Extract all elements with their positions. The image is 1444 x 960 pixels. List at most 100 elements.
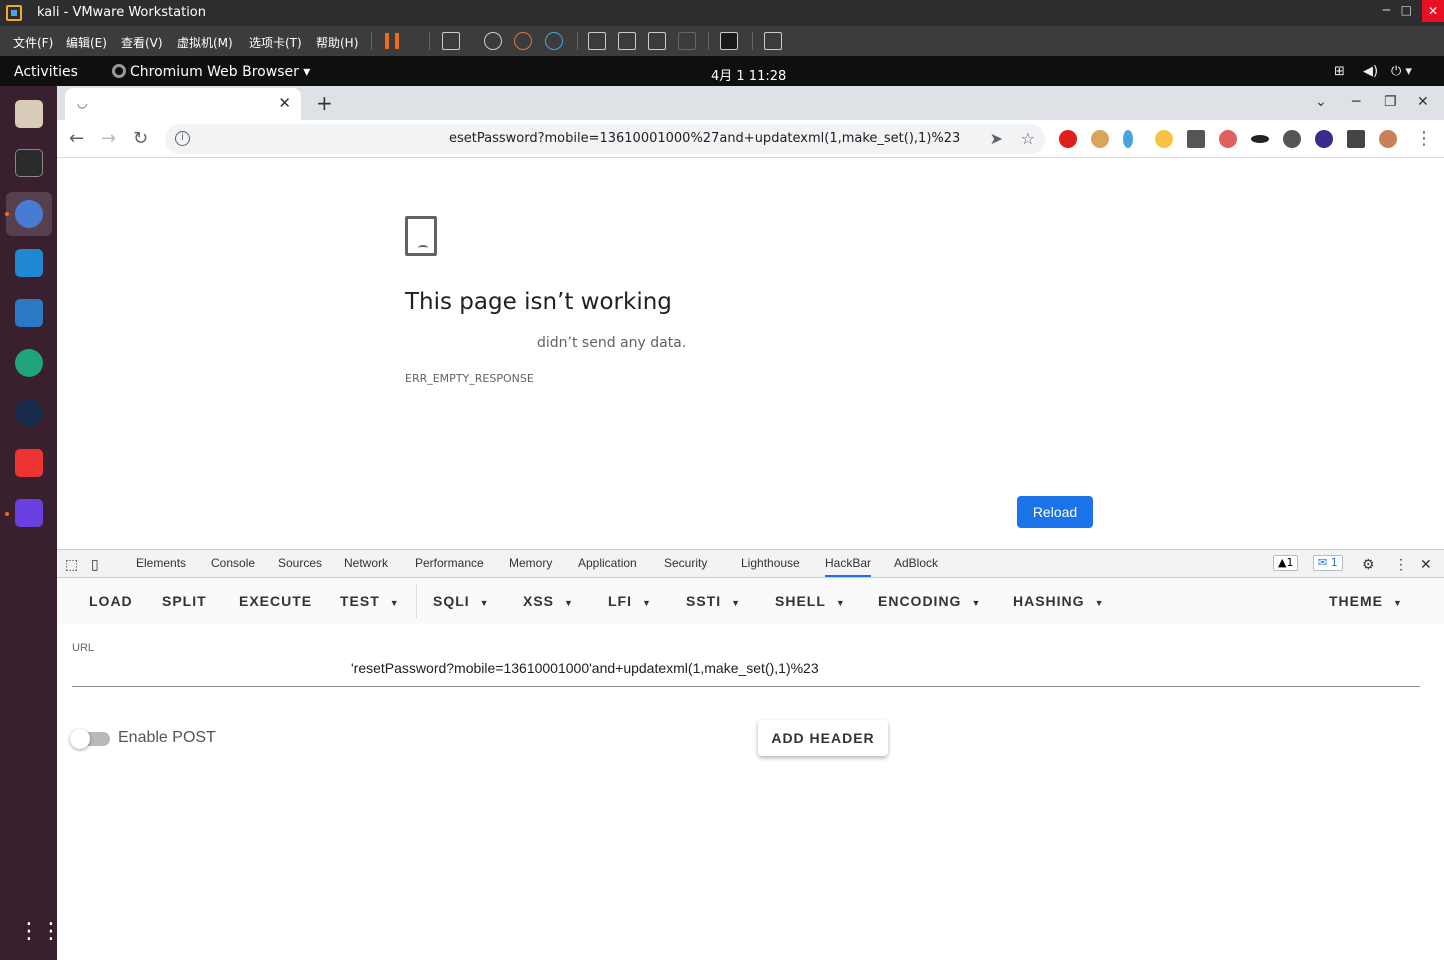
hackbar-shell[interactable]: SHELL ▼ (775, 593, 846, 609)
stretch-guest-icon[interactable] (764, 32, 782, 50)
chromium-dock-icon[interactable] (15, 200, 43, 228)
hackbar-split[interactable]: SPLIT (162, 593, 207, 609)
parallels-icon[interactable] (15, 449, 43, 477)
volume-icon[interactable]: ◀) (1363, 64, 1378, 79)
menu-kebab-icon[interactable]: ⋮ (1415, 128, 1433, 149)
messages-badge[interactable]: ✉ 1 (1313, 555, 1343, 571)
tab-console[interactable]: Console (211, 556, 255, 570)
tab-hackbar[interactable]: HackBar (825, 556, 872, 577)
reload-button[interactable]: Reload (1017, 496, 1093, 528)
tab-lighthouse[interactable]: Lighthouse (741, 556, 800, 570)
fullscreen-icon[interactable] (648, 32, 666, 50)
revert-snapshot-icon[interactable] (514, 32, 532, 50)
snapshot-icon[interactable] (484, 32, 502, 50)
tab-security[interactable]: Security (664, 556, 707, 570)
network-icon[interactable]: ⊞ (1334, 64, 1345, 79)
device-toggle-icon[interactable]: ▯ (91, 556, 99, 573)
terminal-icon[interactable] (15, 149, 43, 177)
minimize-browser-icon[interactable]: ─ (1352, 94, 1360, 110)
thumbnail-view-icon[interactable] (618, 32, 636, 50)
hackbar-ssti[interactable]: SSTI ▼ (686, 593, 741, 609)
menu-help[interactable]: 帮助(H) (316, 34, 358, 51)
tab-network[interactable]: Network (344, 556, 388, 570)
enable-post-toggle[interactable] (70, 729, 110, 749)
hackbar-encoding[interactable]: ENCODING ▼ (878, 593, 981, 609)
pause-vm-icon[interactable] (385, 33, 399, 49)
devtools-settings-icon[interactable]: ⚙ (1362, 556, 1375, 573)
app-icon[interactable] (15, 399, 43, 427)
tab-adblock[interactable]: AdBlock (894, 556, 938, 570)
files-icon[interactable] (15, 100, 43, 128)
browser-toolbar: ← → ↻ i esetPassword?mobile=13610001000%… (57, 120, 1444, 158)
devtools-close-icon[interactable]: ✕ (1420, 556, 1432, 573)
menu-tabs[interactable]: 选项卡(T) (249, 34, 302, 51)
back-icon[interactable]: ← (69, 128, 84, 149)
restore-browser-icon[interactable]: ❐ (1384, 94, 1397, 110)
show-apps-icon[interactable]: ⋮⋮ (18, 921, 62, 943)
activities-button[interactable]: Activities (14, 64, 78, 80)
app-icon[interactable] (15, 349, 43, 377)
close-tab-icon[interactable]: ✕ (278, 94, 291, 112)
address-bar[interactable]: i esetPassword?mobile=13610001000%27and+… (165, 124, 1045, 154)
menu-file[interactable]: 文件(F) (13, 34, 53, 51)
devtools-more-icon[interactable]: ⋮ (1394, 556, 1408, 573)
sidebar-view-icon[interactable] (588, 32, 606, 50)
power-icon[interactable]: ⏻ ▾ (1391, 64, 1412, 79)
profile-avatar[interactable] (1379, 130, 1397, 148)
tab-performance[interactable]: Performance (415, 556, 484, 570)
browser-tab[interactable]: ◡ ✕ (65, 88, 301, 120)
extensions-puzzle-icon[interactable] (1347, 130, 1365, 148)
send-icon[interactable]: ➤ (990, 129, 1003, 148)
system-monitor-icon[interactable] (15, 299, 43, 327)
ext-icon[interactable] (1315, 130, 1333, 148)
hackbar-sqli[interactable]: SQLI ▼ (433, 593, 490, 609)
tab-search-icon[interactable]: ⌄ (1315, 94, 1327, 110)
site-info-icon[interactable]: i (175, 131, 190, 146)
adblock-ext-icon[interactable] (1059, 130, 1077, 148)
menu-edit[interactable]: 编辑(E) (66, 34, 107, 51)
new-tab-icon[interactable]: + (316, 91, 333, 115)
close-window-button[interactable]: ✕ (1422, 0, 1444, 22)
menu-view[interactable]: 查看(V) (121, 34, 163, 51)
hackbar-load[interactable]: LOAD (89, 593, 133, 609)
tab-application[interactable]: Application (578, 556, 637, 570)
pin-ext-icon[interactable] (1123, 130, 1133, 148)
inspect-element-icon[interactable]: ⬚ (65, 556, 78, 573)
ext-icon[interactable] (1187, 130, 1205, 148)
hackbar-execute[interactable]: EXECUTE (239, 593, 312, 609)
hackbar-hashing[interactable]: HASHING ▼ (1013, 593, 1104, 609)
settings-ext-icon[interactable] (1283, 130, 1301, 148)
ext-icon[interactable] (1155, 130, 1173, 148)
unity-icon[interactable] (678, 32, 696, 50)
hackbar-theme[interactable]: THEME ▼ (1329, 593, 1403, 609)
menu-vm[interactable]: 虚拟机(M) (177, 34, 233, 51)
bolt-app-icon[interactable] (15, 499, 43, 527)
add-header-button[interactable]: ADD HEADER (758, 720, 888, 756)
bookmark-star-icon[interactable]: ☆ (1021, 129, 1035, 148)
hackbar-url-input[interactable]: 'resetPassword?mobile=13610001000'and+up… (351, 660, 819, 676)
ext-icon[interactable] (1219, 130, 1237, 148)
cookie-ext-icon[interactable] (1091, 130, 1109, 148)
forward-icon[interactable]: → (101, 128, 116, 149)
warnings-badge[interactable]: ▲1 (1273, 555, 1299, 571)
console-view-icon[interactable] (720, 32, 738, 50)
reload-icon[interactable]: ↻ (133, 128, 148, 149)
vmware-title-bar: kali - VMware Workstation ─ □ ✕ (0, 0, 1444, 26)
close-browser-icon[interactable]: ✕ (1417, 94, 1429, 110)
vscode-icon[interactable] (15, 249, 43, 277)
hackbar-lfi[interactable]: LFI ▼ (608, 593, 652, 609)
tab-sources[interactable]: Sources (278, 556, 322, 570)
clock[interactable]: 4月 1 11:28 (711, 65, 786, 84)
tab-elements[interactable]: Elements (136, 556, 186, 570)
address-url[interactable]: esetPassword?mobile=13610001000%27and+up… (449, 131, 960, 146)
minimize-icon[interactable]: ─ (1383, 3, 1390, 17)
tab-memory[interactable]: Memory (509, 556, 552, 570)
hackbar-test[interactable]: TEST ▼ (340, 593, 400, 609)
hackbar-xss[interactable]: XSS ▼ (523, 593, 574, 609)
app-menu[interactable]: Chromium Web Browser ▾ (112, 64, 310, 80)
send-ctrl-alt-del-icon[interactable] (442, 32, 460, 50)
snapshot-manager-icon[interactable] (545, 32, 563, 50)
message-icon: ✉ (1318, 556, 1328, 569)
ext-icon[interactable] (1251, 135, 1269, 143)
maximize-icon[interactable]: □ (1401, 3, 1412, 17)
